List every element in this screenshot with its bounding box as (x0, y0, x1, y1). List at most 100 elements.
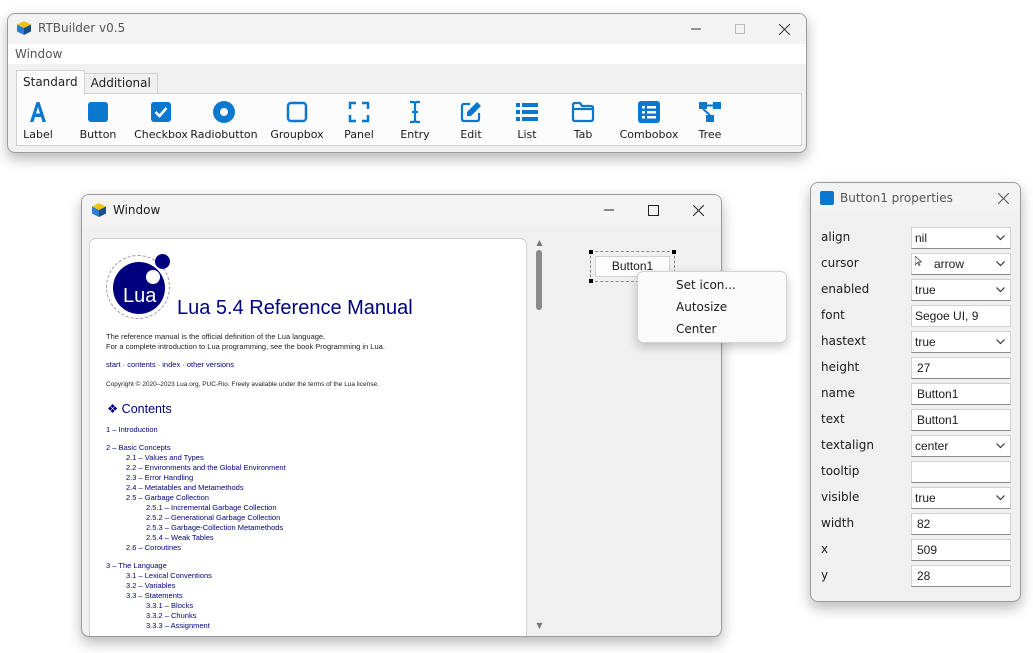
chevron-down-icon (996, 261, 1005, 267)
toc-link[interactable]: 2.6 – Coroutines (126, 543, 181, 552)
resize-handle[interactable] (589, 279, 593, 283)
toc-link[interactable]: 3 – The Language (106, 561, 167, 570)
tool-button[interactable]: Button (63, 100, 133, 141)
prop-row-width: width 82 (821, 513, 1013, 535)
doc-scrollbar[interactable]: ▲ ▼ (533, 238, 546, 636)
maximize-button[interactable] (718, 14, 762, 44)
prop-row-cursor: cursor arrow (821, 253, 1013, 275)
toc-link[interactable]: 2.4 – Metatables and Metamethods (126, 483, 244, 492)
visible-combobox[interactable]: true (911, 487, 1011, 509)
toc-link[interactable]: 3.3.2 – Chunks (146, 611, 196, 620)
properties-titlebar[interactable]: Button1 properties (811, 183, 1020, 213)
close-button[interactable] (762, 14, 806, 44)
properties-close-button[interactable] (985, 183, 1020, 213)
maximize-icon (647, 204, 659, 216)
height-input[interactable]: 27 (911, 357, 1011, 379)
toc-link[interactable]: 2.5 – Garbage Collection (126, 493, 209, 502)
scroll-thumb[interactable] (536, 250, 542, 310)
hastext-combobox[interactable]: true (911, 331, 1011, 353)
prop-row-name: name Button1 (821, 383, 1013, 405)
toc-link[interactable]: 3.3 – Statements (126, 591, 183, 600)
design-titlebar[interactable]: Window (82, 195, 721, 225)
properties-window-icon (820, 191, 834, 205)
toc-link[interactable]: 2.5.3 – Garbage-Collection Metamethods (146, 523, 283, 532)
menu-window[interactable]: Window (15, 47, 62, 61)
design-minimize-button[interactable] (587, 195, 631, 225)
align-combobox[interactable]: nil (911, 227, 1011, 249)
tool-groupbox[interactable]: Groupbox (262, 100, 332, 141)
minimize-icon (691, 28, 701, 30)
prop-row-height: height 27 (821, 357, 1013, 379)
doc-copyright: Copyright © 2020–2023 Lua.org, PUC-Rio. … (106, 381, 379, 388)
tab-standard[interactable]: Standard (16, 70, 85, 95)
toc-link[interactable]: 2.1 – Values and Types (126, 453, 204, 462)
y-input[interactable]: 28 (911, 565, 1011, 587)
menu-bar: Window (8, 44, 806, 64)
text-input[interactable]: Button1 (911, 409, 1011, 431)
window-title: RTBuilder v0.5 (38, 21, 126, 35)
scroll-up-icon[interactable]: ▲ (533, 238, 546, 248)
rtbuilder-window: RTBuilder v0.5 Window Standard Additiona… (7, 13, 807, 153)
rtbuilder-titlebar[interactable]: RTBuilder v0.5 (8, 14, 806, 44)
doc-contents-heading: ❖ Contents (107, 402, 172, 416)
menu-item-set-icon[interactable]: Set icon... (676, 278, 736, 292)
name-input[interactable]: Button1 (911, 383, 1011, 405)
checkbox-icon (151, 102, 171, 122)
design-maximize-button[interactable] (631, 195, 675, 225)
tab-icon (571, 101, 595, 123)
chevron-down-icon (996, 339, 1005, 345)
prop-row-font: font Segoe UI, 9 (821, 305, 1013, 327)
toc-link[interactable]: 3.1 – Lexical Conventions (126, 571, 212, 580)
menu-item-autosize[interactable]: Autosize (676, 300, 727, 314)
palette-tabs: Standard Additional (16, 70, 158, 95)
tooltip-input[interactable] (911, 461, 1011, 483)
toc-link[interactable]: 3.2 – Variables (126, 581, 175, 590)
doc-intro-2: For a complete introduction to Lua progr… (106, 342, 385, 351)
close-icon (997, 192, 1009, 204)
textalign-combobox[interactable]: center (911, 435, 1011, 457)
chevron-down-icon (996, 495, 1005, 501)
close-icon (692, 204, 704, 216)
properties-window: Button1 properties align nil cursor arro… (810, 182, 1021, 602)
font-field[interactable]: Segoe UI, 9 (911, 305, 1011, 327)
toc-link[interactable]: 2.3 – Error Handling (126, 473, 193, 482)
design-window-title: Window (113, 203, 161, 217)
prop-row-hastext: hastext true (821, 331, 1013, 353)
doc-nav-links[interactable]: start · contents · index · other version… (106, 360, 234, 369)
prop-row-visible: visible true (821, 487, 1013, 509)
toc-link[interactable]: 3.3.1 – Blocks (146, 601, 193, 610)
minimize-icon (604, 209, 614, 211)
button-icon (88, 102, 108, 122)
chevron-down-icon (996, 287, 1005, 293)
tool-tree[interactable]: Tree (675, 100, 745, 141)
tool-combobox[interactable]: Combobox (614, 100, 684, 141)
resize-handle[interactable] (589, 250, 593, 254)
scroll-down-icon[interactable]: ▼ (533, 621, 546, 631)
tool-tab[interactable]: Tab (548, 100, 618, 141)
combobox-icon (638, 101, 660, 123)
toc-link[interactable]: 1 – Introduction (106, 425, 158, 434)
menu-item-center[interactable]: Center (676, 322, 716, 336)
toc-link[interactable]: 2.5.1 – Incremental Garbage Collection (146, 503, 277, 512)
width-input[interactable]: 82 (911, 513, 1011, 535)
design-window: Window Lua Lua 5.4 Reference Manual The … (81, 194, 722, 637)
x-input[interactable]: 509 (911, 539, 1011, 561)
toc-link[interactable]: 2.5.2 – Generational Garbage Collection (146, 513, 280, 522)
html-viewer[interactable]: Lua Lua 5.4 Reference Manual The referen… (89, 238, 527, 636)
toc-link[interactable]: 3.3.3 – Assignment (146, 621, 210, 630)
toc-link[interactable]: 2.2 – Environments and the Global Enviro… (126, 463, 286, 472)
tool-radiobutton[interactable]: Radiobutton (189, 100, 259, 141)
cursor-combobox[interactable]: arrow (911, 253, 1011, 275)
panel-icon (348, 101, 370, 123)
tab-additional[interactable]: Additional (83, 73, 158, 94)
list-icon (516, 103, 538, 121)
radiobutton-icon (213, 101, 235, 123)
resize-handle[interactable] (672, 250, 676, 254)
toc-link[interactable]: 2 – Basic Concepts (106, 443, 171, 452)
enabled-combobox[interactable]: true (911, 279, 1011, 301)
design-close-button[interactable] (676, 195, 720, 225)
toc-link[interactable]: 2.5.4 – Weak Tables (146, 533, 214, 542)
minimize-button[interactable] (674, 14, 718, 44)
prop-row-y: y 28 (821, 565, 1013, 587)
tool-checkbox[interactable]: Checkbox (126, 100, 196, 141)
